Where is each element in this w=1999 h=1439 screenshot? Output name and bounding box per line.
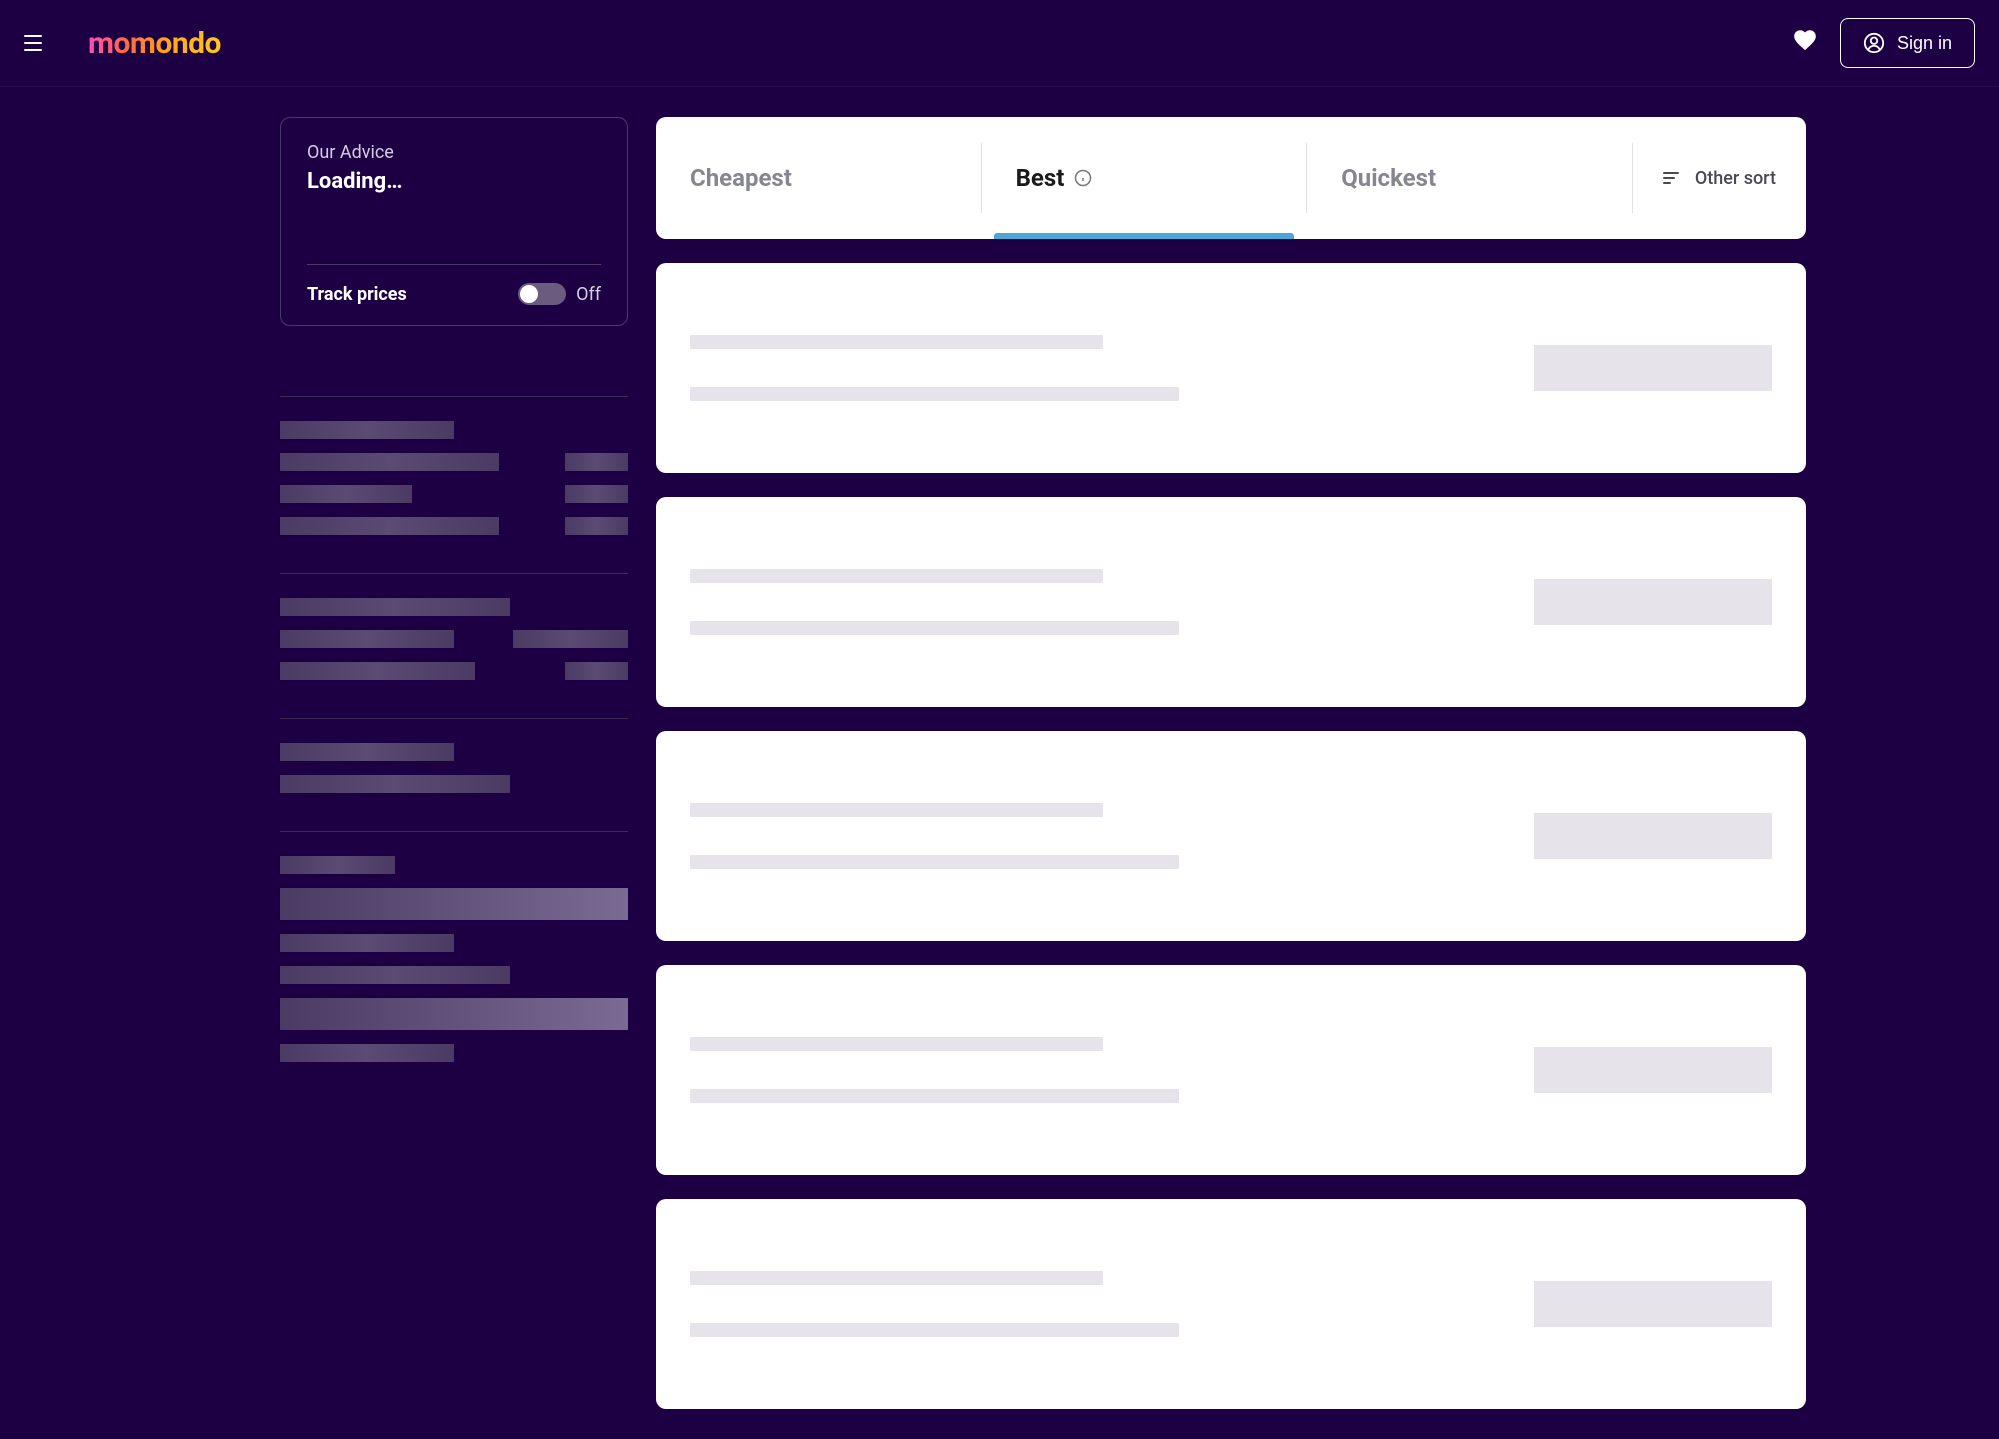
tab-quickest[interactable]: Quickest (1307, 117, 1632, 239)
sort-tabs: Cheapest Best Quickest Other sort (656, 117, 1806, 239)
skeleton-bar (280, 453, 499, 471)
skeleton-row (280, 517, 628, 535)
toggle-wrap: Off (518, 283, 601, 305)
sign-in-button[interactable]: Sign in (1840, 18, 1975, 68)
skeleton-price (1534, 345, 1772, 391)
result-card-skeleton (656, 731, 1806, 941)
skeleton-bar (690, 1271, 1103, 1285)
skeleton-row (280, 453, 628, 471)
skeleton-bar (565, 485, 628, 503)
skeleton-bar (690, 1323, 1179, 1337)
filter-group-skeleton (280, 396, 628, 573)
card-left (690, 1271, 1454, 1337)
result-card-skeleton (656, 1199, 1806, 1409)
skeleton-bar (280, 743, 454, 761)
user-icon (1863, 32, 1885, 54)
top-header: momondo Sign in (0, 0, 1999, 87)
divider (307, 264, 601, 265)
header-right: Sign in (1792, 18, 1975, 68)
skeleton-price (1534, 1281, 1772, 1327)
skeleton-price (1534, 1047, 1772, 1093)
skeleton-row (280, 998, 628, 1030)
skeleton-bar (280, 934, 454, 952)
tab-best[interactable]: Best (982, 117, 1307, 239)
results-column: Cheapest Best Quickest Other sort (656, 117, 1806, 1409)
skeleton-bar (280, 630, 454, 648)
skeleton-bar (690, 621, 1179, 635)
toggle-state-label: Off (576, 284, 601, 305)
skeleton-row (280, 662, 628, 680)
tab-cheapest-label: Cheapest (690, 164, 792, 192)
filter-group-skeleton (280, 831, 628, 1100)
card-left (690, 803, 1454, 869)
skeleton-bar (280, 598, 510, 616)
skeleton-bar (690, 855, 1179, 869)
tab-cheapest[interactable]: Cheapest (656, 117, 981, 239)
skeleton-row (280, 598, 628, 616)
sign-in-label: Sign in (1897, 33, 1952, 54)
card-left (690, 335, 1454, 401)
skeleton-bar (280, 775, 510, 793)
results-list (656, 263, 1806, 1409)
main-content: Our Advice Loading… Track prices Off Che… (280, 87, 1999, 1439)
tab-best-label: Best (1016, 164, 1065, 192)
other-sort-label: Other sort (1695, 168, 1776, 189)
skeleton-bar (565, 517, 628, 535)
skeleton-bar (690, 569, 1103, 583)
skeleton-bar (280, 517, 499, 535)
track-prices-row: Track prices Off (307, 283, 601, 305)
skeleton-bar (690, 1089, 1179, 1103)
sort-icon (1663, 172, 1679, 184)
skeleton-bar (280, 998, 628, 1030)
skeleton-bar (280, 485, 412, 503)
skeleton-bar (690, 803, 1103, 817)
skeleton-row (280, 421, 628, 439)
skeleton-row (280, 888, 628, 920)
skeleton-bar (513, 630, 628, 648)
skeleton-bar (280, 888, 628, 920)
skeleton-row (280, 966, 628, 984)
filter-group-skeleton (280, 573, 628, 718)
logo[interactable]: momondo (88, 26, 221, 61)
track-prices-label: Track prices (307, 284, 407, 305)
favorites-icon[interactable] (1792, 27, 1818, 59)
skeleton-bar (565, 453, 628, 471)
skeleton-price (1534, 579, 1772, 625)
skeleton-bar (280, 1044, 454, 1062)
other-sort-button[interactable]: Other sort (1633, 117, 1806, 239)
advice-status: Loading… (307, 169, 601, 194)
filter-group-skeleton (280, 718, 628, 831)
skeleton-bar (280, 856, 395, 874)
card-left (690, 569, 1454, 635)
skeleton-row (280, 743, 628, 761)
skeleton-bar (565, 662, 628, 680)
skeleton-row (280, 775, 628, 793)
skeleton-row (280, 485, 628, 503)
skeleton-row (280, 934, 628, 952)
advice-title: Our Advice (307, 142, 601, 163)
card-left (690, 1037, 1454, 1103)
filter-skeletons (280, 396, 628, 1100)
advice-box: Our Advice Loading… Track prices Off (280, 117, 628, 326)
left-column: Our Advice Loading… Track prices Off (280, 117, 628, 1409)
skeleton-bar (690, 335, 1103, 349)
skeleton-bar (280, 662, 475, 680)
skeleton-price (1534, 813, 1772, 859)
skeleton-row (280, 630, 628, 648)
skeleton-bar (280, 966, 510, 984)
skeleton-row (280, 856, 628, 874)
skeleton-bar (280, 421, 454, 439)
track-prices-toggle[interactable] (518, 283, 566, 305)
info-icon (1074, 169, 1092, 187)
skeleton-row (280, 1044, 628, 1062)
result-card-skeleton (656, 965, 1806, 1175)
result-card-skeleton (656, 497, 1806, 707)
tab-quickest-label: Quickest (1341, 164, 1436, 192)
skeleton-bar (690, 1037, 1103, 1051)
skeleton-bar (690, 387, 1179, 401)
result-card-skeleton (656, 263, 1806, 473)
header-left: momondo (24, 26, 221, 61)
menu-icon[interactable] (24, 31, 48, 55)
toggle-knob (520, 285, 538, 303)
